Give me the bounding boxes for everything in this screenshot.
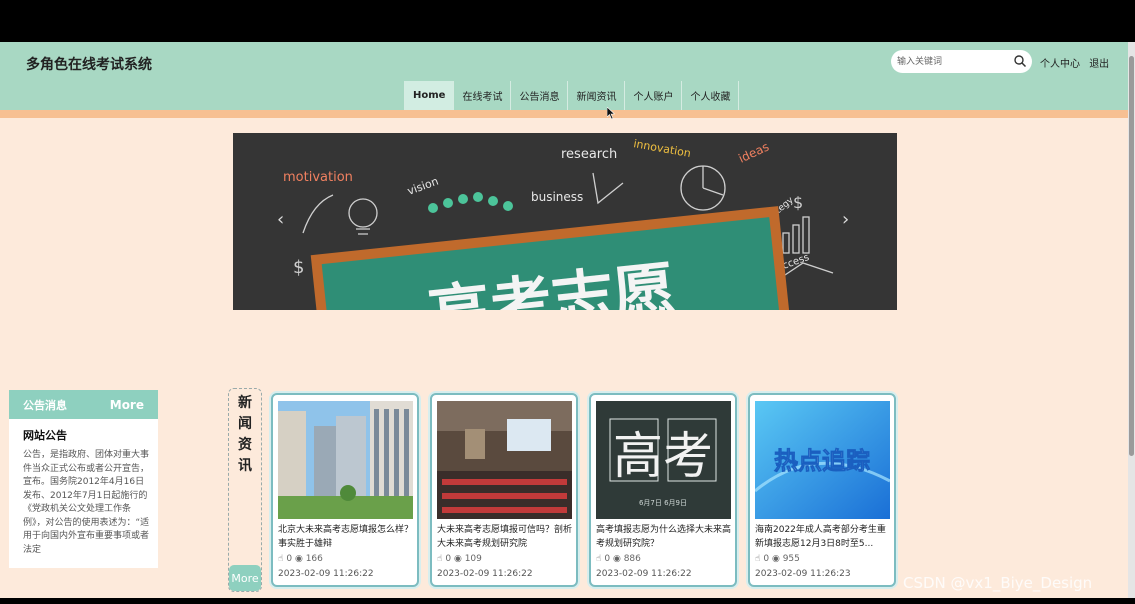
nav-account[interactable]: 个人账户	[624, 81, 682, 110]
eye-icon: ◉	[612, 554, 621, 564]
svg-text:$: $	[293, 257, 304, 278]
thumbs-up-icon: ☝	[278, 554, 284, 564]
news-section-title-char: 闻	[238, 416, 252, 432]
news-image	[437, 401, 572, 519]
news-image-text: 热点追踪	[774, 447, 870, 475]
announcement-heading: 公告消息	[23, 398, 67, 412]
news-image: 热点追踪	[755, 401, 890, 519]
main-nav: Home 在线考试 公告消息 新闻资讯 个人账户 个人收藏	[404, 81, 740, 110]
view-count: 955	[782, 554, 800, 564]
site-title: 多角色在线考试系统	[26, 57, 152, 73]
news-date: 2023-02-09 11:26:22	[596, 569, 692, 579]
search-box[interactable]	[891, 50, 1032, 73]
news-card[interactable]: 大未来高考志愿填报可信吗？剖析大未来高考规划研究院 ☝ 0 ◉ 109 2023…	[430, 393, 578, 587]
nav-favorites[interactable]: 个人收藏	[681, 81, 740, 110]
search-input[interactable]	[897, 53, 1007, 70]
nav-online-exam[interactable]: 在线考试	[453, 81, 511, 110]
news-more-button[interactable]: More	[229, 565, 261, 591]
accent-bar	[0, 110, 1135, 118]
nav-news[interactable]: 新闻资讯	[567, 81, 625, 110]
like-count: 0	[604, 554, 611, 564]
nav-announcements[interactable]: 公告消息	[510, 81, 568, 110]
news-title: 大未来高考志愿填报可信吗？剖析大未来高考规划研究院	[437, 525, 573, 549]
news-date: 2023-02-09 11:26:23	[755, 569, 851, 579]
user-links: 个人中心 退出	[1040, 55, 1115, 70]
banner-word: motivation	[283, 170, 353, 185]
nav-home[interactable]: Home	[404, 81, 454, 110]
watermark: CSDN @vx1_Biye_Design	[903, 574, 1093, 592]
search-icon[interactable]	[1013, 54, 1027, 68]
announcement-panel: 公告消息 More 网站公告 公告，是指政府、团体对重大事件当众正式公布或者公开…	[9, 390, 158, 568]
news-title: 高考填报志愿为什么选择大未来高考规划研究院？	[596, 525, 732, 549]
news-card[interactable]: 热点追踪 海南2022年成人高考部分考生重新填报志愿12月3日8时至5... ☝…	[748, 393, 896, 587]
news-date: 2023-02-09 11:26:22	[437, 569, 533, 579]
news-stats: ☝ 0 ◉ 886	[596, 554, 641, 564]
eye-icon: ◉	[771, 554, 780, 564]
mouse-cursor-icon	[607, 107, 615, 119]
header: 多角色在线考试系统 个人中心 退出 Home 在线考试 公告消息 新闻资讯 个人…	[0, 42, 1135, 110]
news-stats: ☝ 0 ◉ 109	[437, 554, 482, 564]
news-section-title: 新闻资讯	[229, 393, 261, 477]
news-section-title-char: 资	[238, 437, 252, 453]
svg-text:$: $	[793, 193, 803, 212]
news-card[interactable]: 北京大未来高考志愿填报怎么样？事实胜于雄辩 ☝ 0 ◉ 166 2023-02-…	[271, 393, 419, 587]
news-card[interactable]: 高考 6月7日 6月9日 高考填报志愿为什么选择大未来高考规划研究院？ ☝ 0 …	[589, 393, 737, 587]
announcement-title[interactable]: 网站公告	[23, 427, 158, 443]
banner-carousel[interactable]: motivation vision research innovation id…	[233, 133, 897, 310]
news-image: 高考 6月7日 6月9日	[596, 401, 731, 519]
user-center-link[interactable]: 个人中心	[1040, 59, 1080, 70]
banner-next-icon[interactable]: ›	[842, 209, 849, 230]
banner-image: motivation vision research innovation id…	[233, 133, 897, 310]
news-title: 海南2022年成人高考部分考生重新填报志愿12月3日8时至5...	[755, 525, 886, 549]
thumbs-up-icon: ☝	[755, 554, 761, 564]
news-image-subtext: 6月7日 6月9日	[639, 499, 687, 507]
news-title: 北京大未来高考志愿填报怎么样？事实胜于雄辩	[278, 525, 414, 549]
announcement-more-button[interactable]: More	[110, 398, 144, 412]
like-count: 0	[445, 554, 452, 564]
view-count: 886	[623, 554, 641, 564]
view-count: 109	[464, 554, 482, 564]
page: 多角色在线考试系统 个人中心 退出 Home 在线考试 公告消息 新闻资讯 个人…	[0, 42, 1135, 598]
thumbs-up-icon: ☝	[596, 554, 602, 564]
banner-prev-icon[interactable]: ‹	[277, 209, 284, 230]
news-image	[278, 401, 413, 519]
thumbs-up-icon: ☝	[437, 554, 443, 564]
news-section-title-char: 新	[238, 395, 252, 411]
news-stats: ☝ 0 ◉ 166	[278, 554, 323, 564]
news-section-title-char: 讯	[238, 458, 252, 474]
scroll-thumb[interactable]	[1129, 56, 1134, 456]
like-count: 0	[763, 554, 770, 564]
announcement-body: 公告，是指政府、团体对重大事件当众正式公布或者公开宣告，宣布。国务院2012年4…	[23, 450, 150, 555]
eye-icon: ◉	[294, 554, 303, 564]
announcement-header: 公告消息 More	[9, 390, 158, 419]
scrollbar[interactable]	[1128, 42, 1135, 598]
logout-link[interactable]: 退出	[1089, 59, 1109, 70]
banner-word: research	[561, 147, 617, 162]
banner-word: business	[531, 190, 583, 204]
news-section-label: 新闻资讯 More	[228, 388, 262, 592]
like-count: 0	[286, 554, 293, 564]
news-date: 2023-02-09 11:26:22	[278, 569, 374, 579]
eye-icon: ◉	[453, 554, 462, 564]
view-count: 166	[305, 554, 323, 564]
news-stats: ☝ 0 ◉ 955	[755, 554, 800, 564]
news-image-text: 高考	[613, 427, 713, 485]
